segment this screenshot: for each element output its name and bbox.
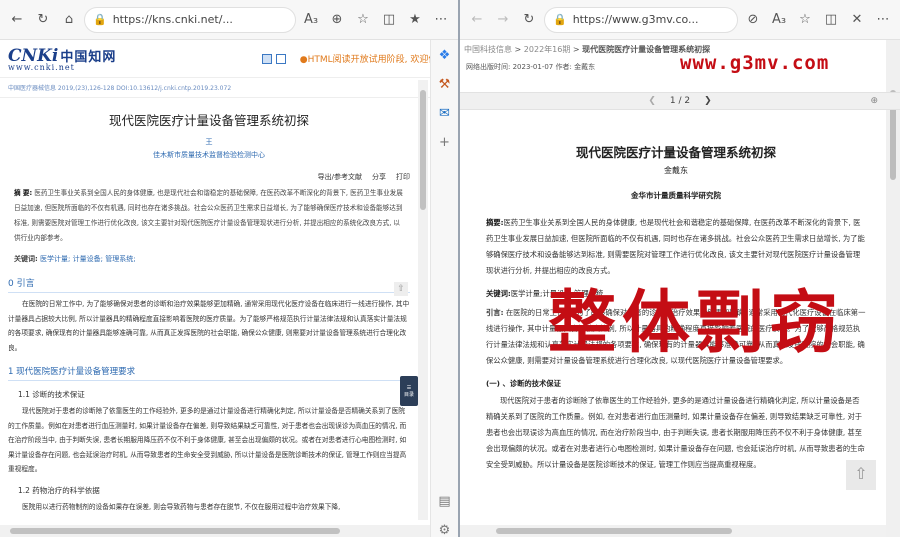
- section-heading-0: 0 引言: [8, 276, 410, 293]
- article-body: 现代医院医疗计量设备管理系统初探 王 佳木斯市质量技术监督检验检测中心 导出/参…: [0, 80, 418, 520]
- copilot-icon[interactable]: ❖: [439, 48, 451, 63]
- article-title: 现代医院医疗计量设备管理系统初探: [108, 113, 309, 128]
- keywords: 关键词: 医学计量; 计量设备; 管理系统;: [14, 255, 136, 263]
- cnki-logo[interactable]: CNKi 中国知网 www.cnki.net: [8, 46, 116, 72]
- paragraph-1-2: 医院用以进行药物制剂的设备如果存在误差, 则会导致药物与患者存在脱节, 不仅在服…: [22, 502, 341, 511]
- reload-icon[interactable]: ↻: [32, 9, 54, 31]
- left-horizontal-scrollbar[interactable]: [0, 525, 430, 537]
- home-icon[interactable]: ⌂: [58, 9, 80, 31]
- favorite-icon[interactable]: ☆: [352, 9, 374, 31]
- favorite-icon[interactable]: ☆: [794, 9, 816, 31]
- right-vertical-scrollbar[interactable]: [886, 40, 900, 537]
- article-author[interactable]: 王: [8, 137, 410, 147]
- print-button[interactable]: 打印: [396, 172, 410, 182]
- right-horizontal-scrollbar[interactable]: [460, 525, 886, 537]
- catalog-button[interactable]: ☰ 目录: [400, 376, 418, 406]
- reload-icon[interactable]: ↻: [518, 9, 540, 31]
- prev-page-icon[interactable]: ❮: [648, 96, 656, 106]
- address-text: https://kns.cnki.net/...: [112, 13, 233, 26]
- zoom-icon[interactable]: ⊕: [870, 96, 878, 106]
- scroll-top-icon[interactable]: ⇧: [394, 282, 408, 296]
- address-text: https://www.g3mv.co...: [572, 13, 699, 26]
- more-icon[interactable]: ⋯: [872, 9, 894, 31]
- right-browser-toolbar: ← → ↻ 🔒 https://www.g3mv.co... ⊘ A₃ ☆ ◫ …: [460, 0, 900, 40]
- abstract: 摘 要: 医药卫生事业关系到全国人民的身体健康, 也是现代社会和谐稳定的基础保障…: [14, 189, 403, 242]
- read-aloud-icon[interactable]: A₃: [300, 9, 322, 31]
- next-page-icon[interactable]: ❯: [704, 96, 712, 106]
- pdf-title: 现代医院医疗计量设备管理系统初探: [575, 145, 776, 160]
- lock-icon: 🔒: [93, 13, 107, 26]
- screenshot-icon[interactable]: ▤: [438, 494, 450, 509]
- favorites-list-icon[interactable]: ★: [404, 9, 426, 31]
- pdf-org: 金华市计量质量科学研究院: [631, 191, 721, 200]
- outlook-icon[interactable]: ✉: [439, 106, 450, 121]
- arrow-up-icon: ⇧: [854, 464, 868, 483]
- back-icon[interactable]: ←: [6, 9, 28, 31]
- breadcrumb-item[interactable]: 2022年16期: [524, 45, 571, 54]
- left-vertical-scrollbar[interactable]: [418, 80, 428, 520]
- forward-icon[interactable]: →: [492, 9, 514, 31]
- pdf-paragraph: 现代医院对于患者的诊断除了依靠医生的工作经验外, 更多的是通过计量设备进行精确化…: [486, 396, 865, 469]
- subsection-heading-1-1: 1.1 诊断的技术保证: [18, 390, 85, 399]
- scrollbar-thumb[interactable]: [420, 90, 426, 210]
- scrollbar-thumb[interactable]: [496, 528, 732, 534]
- browser-sidebar: ❖ ⚒ ✉ + ▤ ⚙: [430, 40, 458, 537]
- address-bar[interactable]: 🔒 https://kns.cnki.net/...: [84, 6, 296, 33]
- settings-icon[interactable]: ⚙: [439, 523, 451, 537]
- intro-paragraph: 在医院的日常工作中, 为了能够确保对患者的诊断和治疗效果能够更加精确, 通常采用…: [8, 300, 410, 352]
- more-icon[interactable]: ⋯: [430, 9, 452, 31]
- site-watermark: www.g3mv.com: [680, 52, 830, 74]
- add-icon[interactable]: +: [439, 135, 450, 150]
- breadcrumb-item[interactable]: 中国科技信息: [464, 45, 512, 54]
- lock-icon: 🔒: [553, 13, 567, 26]
- close-split-icon[interactable]: ✕: [846, 9, 868, 31]
- tracking-prevention-icon[interactable]: ⊘: [742, 9, 764, 31]
- back-icon[interactable]: ←: [466, 9, 488, 31]
- plagiarism-stamp: 整体剽窃: [548, 284, 845, 363]
- section-heading-1: 1 现代医院医疗计量设备管理要求: [8, 365, 410, 381]
- read-aloud-icon[interactable]: A₃: [768, 9, 790, 31]
- back-to-top-button[interactable]: ⇧: [846, 460, 876, 490]
- pdf-page-navigation: ❮ 1 / 2 ❯ ⊕: [460, 92, 900, 110]
- double-column-view-button[interactable]: [275, 53, 286, 64]
- split-screen-icon[interactable]: ◫: [820, 9, 842, 31]
- left-browser-toolbar: ← ↻ ⌂ 🔒 https://kns.cnki.net/... A₃ ⊕ ☆ …: [0, 0, 458, 40]
- address-bar[interactable]: 🔒 https://www.g3mv.co...: [544, 6, 738, 33]
- pdf-abstract: 摘要:医药卫生事业关系到全国人民的身体健康, 也是现代社会和谐稳定的基础保障, …: [486, 218, 865, 275]
- html-trial-note[interactable]: ●HTML阅读开放试用阶段, 欢迎体验!: [300, 52, 450, 65]
- article-org[interactable]: 佳木斯市质量技术监督检验检测中心: [8, 150, 410, 160]
- cnki-header: CNKi 中国知网 www.cnki.net ●HTML阅读开放试用阶段, 欢迎体…: [0, 40, 458, 78]
- export-reference-button[interactable]: 导出/参考文献: [318, 172, 362, 182]
- zoom-out-icon[interactable]: ⊕: [326, 9, 348, 31]
- scrollbar-thumb[interactable]: [10, 528, 340, 534]
- tools-icon[interactable]: ⚒: [439, 77, 451, 92]
- subsection-heading-1-2: 1.2 药物治疗的科学依据: [18, 485, 100, 495]
- paragraph-1-1: 现代医院对于患者的诊断除了依靠医生的工作经验外, 更多的是通过计量设备进行精确化…: [8, 407, 407, 473]
- view-mode-buttons: ●HTML阅读开放试用阶段, 欢迎体验!: [261, 52, 450, 65]
- page-indicator: 1 / 2: [669, 96, 691, 106]
- pdf-section-heading: (一) 、诊断的技术保证: [486, 379, 561, 388]
- split-screen-icon[interactable]: ◫: [378, 9, 400, 31]
- single-column-view-button[interactable]: [261, 53, 272, 64]
- left-browser-window: ← ↻ ⌂ 🔒 https://kns.cnki.net/... A₃ ⊕ ☆ …: [0, 0, 458, 537]
- share-button[interactable]: 分享: [372, 172, 386, 182]
- article-tools: 导出/参考文献 分享 打印: [8, 172, 410, 182]
- pdf-author: 金戴东: [664, 166, 688, 175]
